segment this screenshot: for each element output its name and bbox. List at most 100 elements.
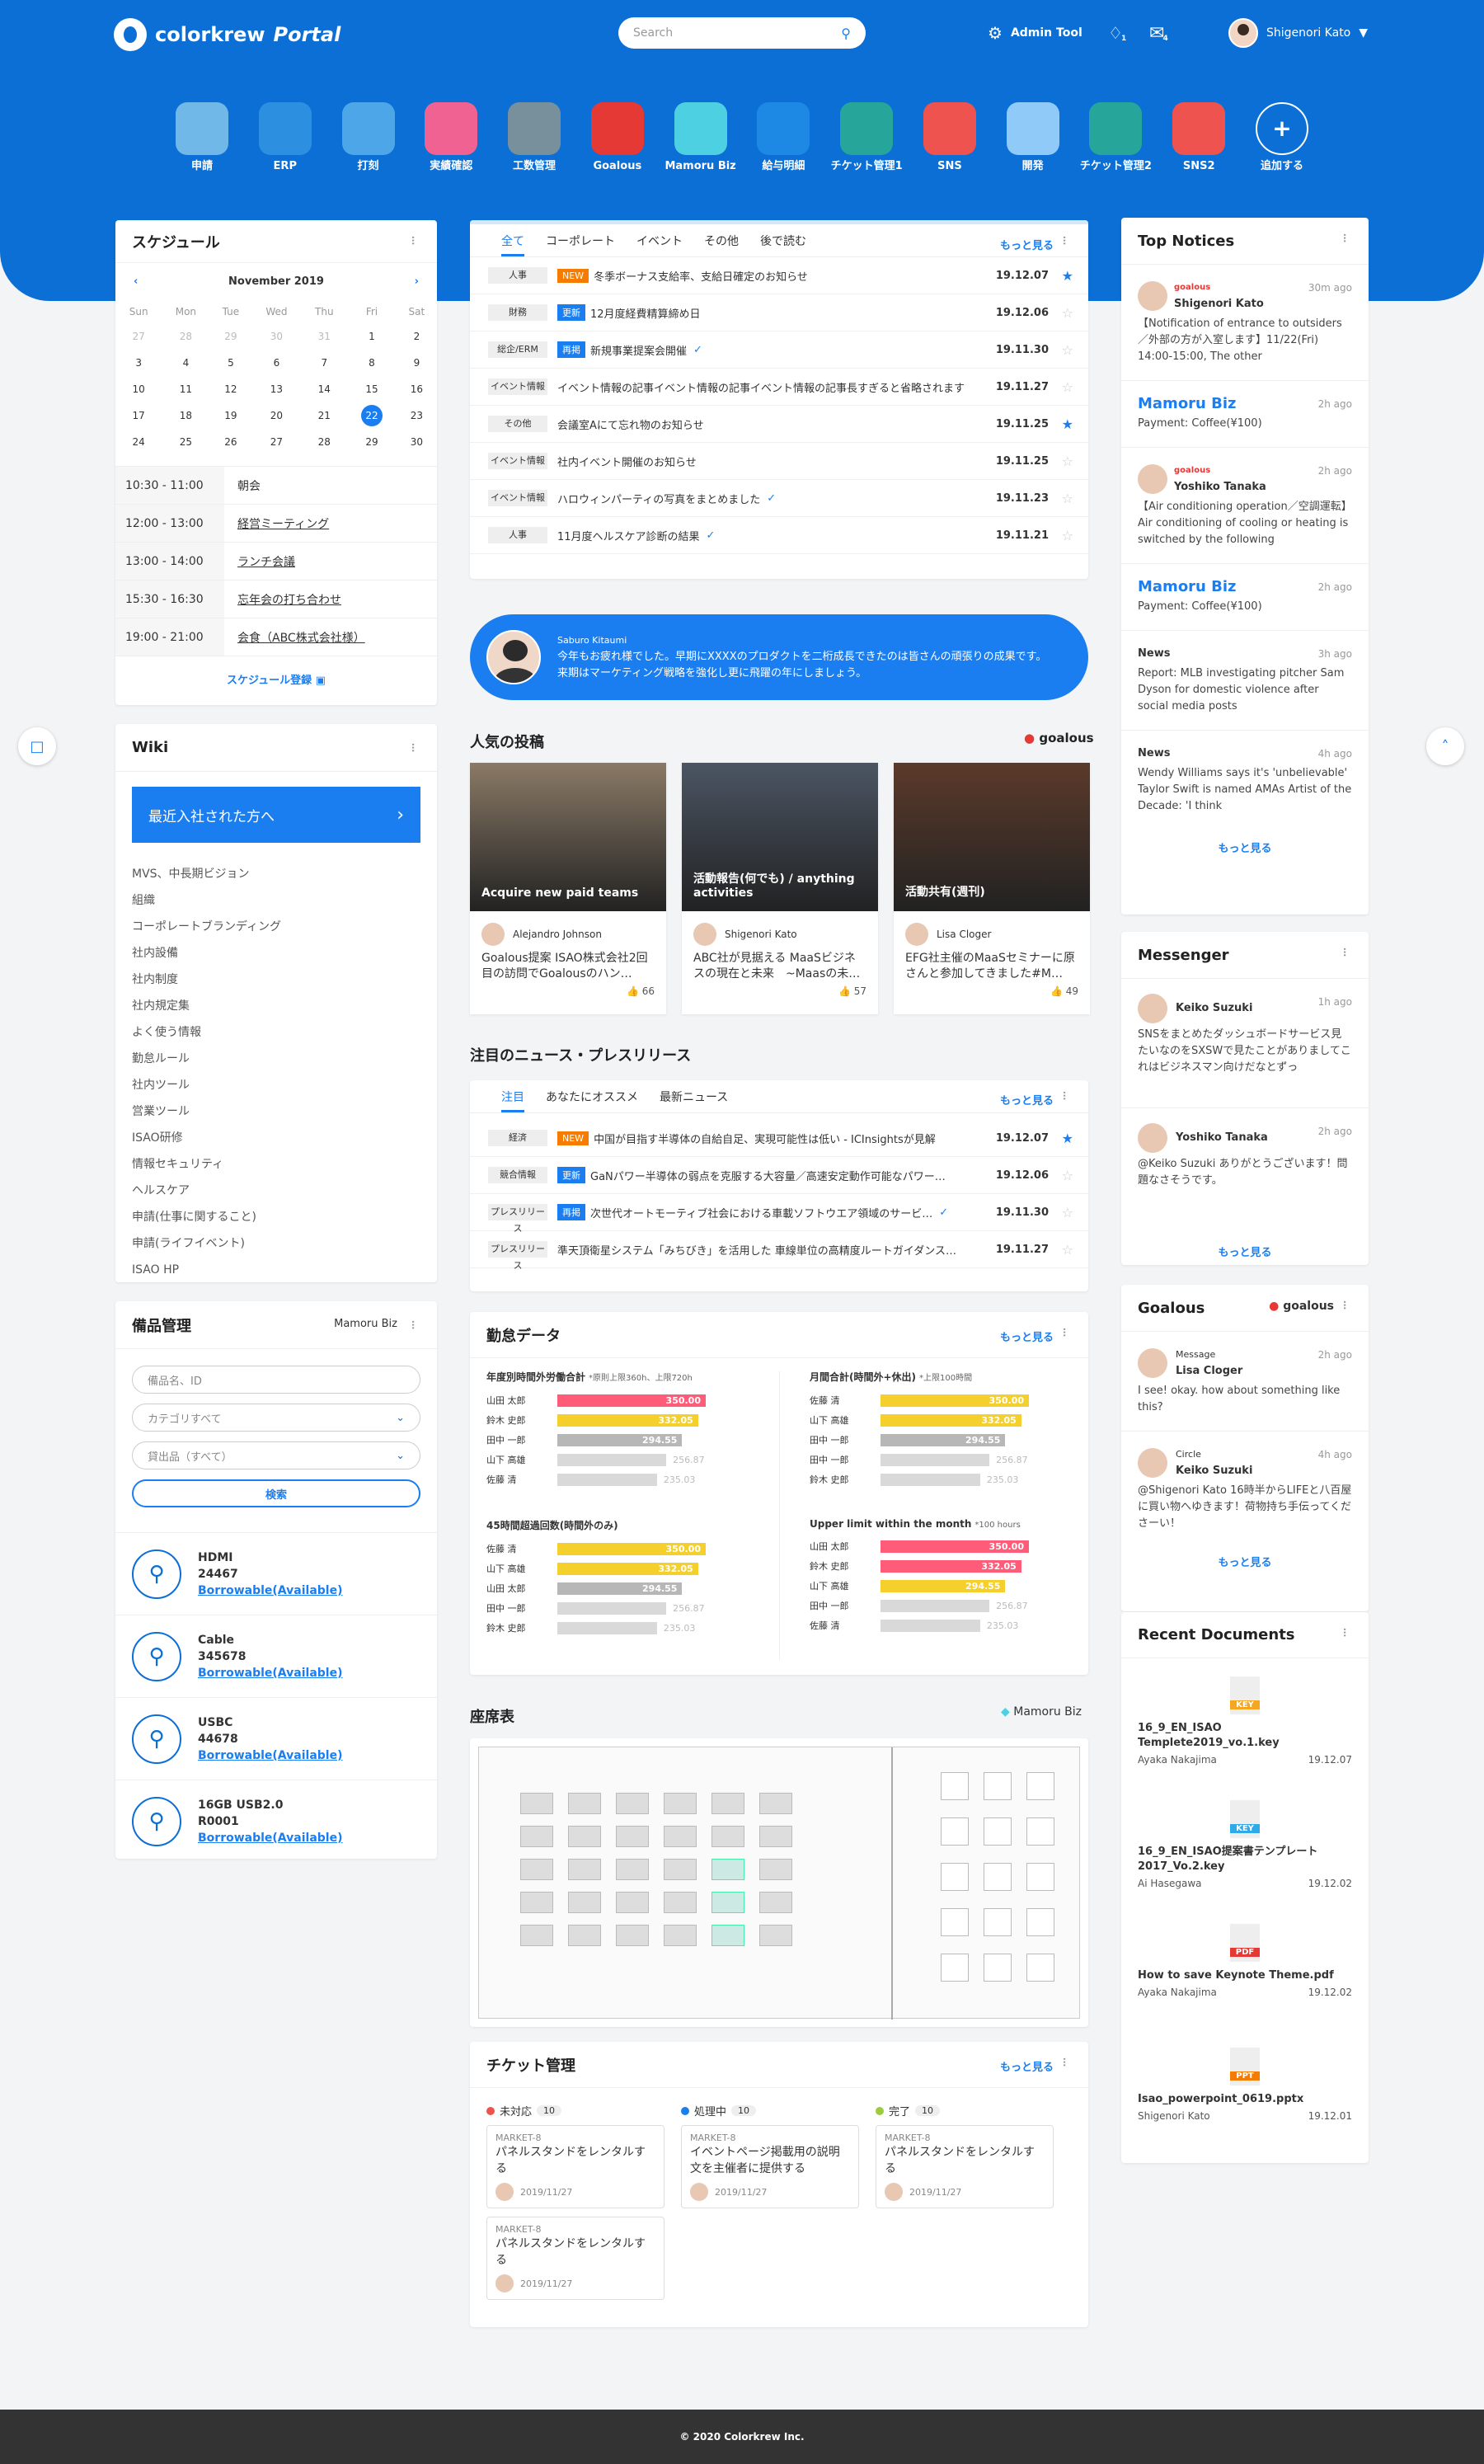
star-icon[interactable]: ☆ xyxy=(1049,528,1073,543)
press-more-link[interactable]: もっと見る xyxy=(1000,1092,1054,1107)
calendar-day[interactable]: 26 xyxy=(211,430,250,454)
more-menu-icon[interactable]: ... xyxy=(408,235,425,244)
desk[interactable] xyxy=(711,1826,744,1847)
equipment-name-input[interactable]: 備品名、ID xyxy=(132,1366,420,1394)
tab[interactable]: あなたにオススメ xyxy=(546,1089,638,1105)
wiki-link[interactable]: 申請(ライフイベント) xyxy=(115,1230,437,1257)
desk[interactable] xyxy=(568,1925,601,1946)
app-tile[interactable]: SNS2 xyxy=(1162,102,1236,173)
ticket-card[interactable]: MARKET-8 パネルスタンドをレンタルする 2019/11/27 xyxy=(486,2217,665,2300)
app-tile[interactable]: 実績確認 xyxy=(414,102,488,173)
app-tile[interactable]: 開発 xyxy=(996,102,1070,173)
equipment-status-link[interactable]: Borrowable(Available) xyxy=(198,1830,342,1846)
equipment-item[interactable]: ⚲ USBC 44678 Borrowable(Available) xyxy=(115,1697,437,1780)
desk[interactable] xyxy=(664,1859,697,1880)
wiki-link[interactable]: コーポレートブランディング xyxy=(115,914,437,940)
goalous-more-link[interactable]: もっと見る xyxy=(1121,1547,1369,1569)
tab[interactable]: 後で読む xyxy=(760,233,806,249)
seating-map[interactable] xyxy=(470,1738,1088,2027)
star-icon[interactable]: ★ xyxy=(1049,1131,1073,1146)
desk[interactable] xyxy=(616,1859,649,1880)
desk[interactable] xyxy=(664,1925,697,1946)
wiki-link[interactable]: 申請(仕事に関すること) xyxy=(115,1204,437,1230)
app-tile[interactable]: ERP xyxy=(248,102,322,173)
desk[interactable] xyxy=(759,1859,792,1880)
notices-more-link[interactable]: もっと見る xyxy=(1121,830,1369,855)
desk[interactable] xyxy=(984,1863,1012,1891)
calendar-day[interactable]: 22 xyxy=(347,403,397,428)
desk[interactable] xyxy=(941,1772,969,1800)
desk[interactable] xyxy=(616,1892,649,1913)
calendar-day[interactable]: 2 xyxy=(398,324,435,349)
equipment-status-link[interactable]: Borrowable(Available) xyxy=(198,1747,342,1764)
calendar-day[interactable]: 6 xyxy=(251,350,301,375)
user-menu[interactable]: Shigenori Kato ▼ xyxy=(1228,18,1368,48)
calendar-day[interactable]: 20 xyxy=(251,403,301,428)
news-row[interactable]: 総企/ERM 再掲 新規事業提案会開催 ✓ 19.11.30 ☆ xyxy=(470,332,1088,369)
app-tile[interactable]: Mamoru Biz xyxy=(664,102,738,173)
wiki-link[interactable]: 社内制度 xyxy=(115,966,437,993)
calendar-day[interactable]: 9 xyxy=(398,350,435,375)
more-menu-icon[interactable]: ... xyxy=(1059,1327,1077,1336)
wiki-link[interactable]: 社内設備 xyxy=(115,940,437,966)
calendar-day[interactable]: 24 xyxy=(117,430,160,454)
schedule-event[interactable]: 12:00 - 13:00 経営ミーティング xyxy=(115,504,437,542)
notice-item[interactable]: 2h ago Mamoru Biz Payment: Coffee(¥100) xyxy=(1121,380,1369,447)
equipment-item[interactable]: ⚲ 16GB USB2.0 R0001 Borrowable(Available) xyxy=(115,1780,437,1862)
desk[interactable] xyxy=(664,1892,697,1913)
desk[interactable] xyxy=(568,1826,601,1847)
notice-item[interactable]: 2h ago Mamoru Biz Payment: Coffee(¥100) xyxy=(1121,563,1369,630)
desk[interactable] xyxy=(711,1925,744,1946)
equipment-search-button[interactable]: 検索 xyxy=(132,1479,420,1507)
wiki-link[interactable]: 社内規定集 xyxy=(115,993,437,1019)
wiki-link[interactable]: 営業ツール xyxy=(115,1098,437,1125)
calendar-day[interactable]: 13 xyxy=(251,377,301,402)
calendar-day[interactable]: 31 xyxy=(303,324,345,349)
admin-tool-link[interactable]: ⚙ Admin Tool xyxy=(988,18,1082,48)
star-icon[interactable]: ☆ xyxy=(1049,491,1073,506)
more-menu-icon[interactable]: ... xyxy=(1059,2057,1077,2066)
news-row[interactable]: プレスリリース 再掲 次世代オートモーティブ社会における車載ソフトウエア領域のサービ… xyxy=(470,1194,1088,1234)
app-tile[interactable]: SNS xyxy=(913,102,987,173)
tab[interactable]: コーポレート xyxy=(546,233,615,249)
calendar-day[interactable]: 12 xyxy=(211,377,250,402)
news-row[interactable]: その他 会議室Aにて忘れ物のお知らせ 19.11.25 ★ xyxy=(470,406,1088,443)
calendar-day[interactable]: 23 xyxy=(398,403,435,428)
desk[interactable] xyxy=(520,1859,553,1880)
calendar-day[interactable]: 29 xyxy=(211,324,250,349)
scroll-top-icon[interactable]: ˄ xyxy=(1426,727,1464,765)
wiki-link[interactable]: 組織 xyxy=(115,887,437,914)
notice-item[interactable]: 2h ago goalous Yoshiko Tanaka 【Air conditio… xyxy=(1121,447,1369,563)
news-row[interactable]: イベント情報 イベント情報の記事イベント情報の記事イベント情報の記事長すぎると省略… xyxy=(470,369,1088,406)
calendar-day[interactable]: 30 xyxy=(251,324,301,349)
equipment-item[interactable]: ⚲ Cable 345678 Borrowable(Available) xyxy=(115,1615,437,1697)
desk[interactable] xyxy=(941,1954,969,1982)
news-row[interactable]: 経済 NEW 中国が目指す半導体の自給自足、実現可能性は低い - ICInsight… xyxy=(470,1120,1088,1157)
equipment-status-link[interactable]: Borrowable(Available) xyxy=(198,1582,342,1599)
tab[interactable]: 最新ニュース xyxy=(660,1089,728,1105)
calendar-day[interactable]: 27 xyxy=(251,430,301,454)
schedule-register-button[interactable]: スケジュール登録 ▣ xyxy=(115,656,437,687)
notification-button[interactable]: ♢ 1 xyxy=(1108,18,1126,48)
tab[interactable]: 注目 xyxy=(501,1089,524,1112)
wiki-link[interactable]: 勤怠ルール xyxy=(115,1046,437,1072)
schedule-event[interactable]: 10:30 - 11:00 朝会 xyxy=(115,466,437,504)
calendar-day[interactable]: 8 xyxy=(347,350,397,375)
document-item[interactable]: PDF How to save Keynote Theme.pdf Ayaka Na… xyxy=(1121,1906,1369,2029)
news-row[interactable]: イベント情報 社内イベント開催のお知らせ 19.11.25 ☆ xyxy=(470,443,1088,480)
wiki-banner[interactable]: 最近入社された方へ › xyxy=(132,787,420,843)
wiki-link[interactable]: ISAO研修 xyxy=(115,1125,437,1151)
app-tile[interactable]: 工数管理 xyxy=(497,102,571,173)
wiki-link[interactable]: 社内ツール xyxy=(115,1072,437,1098)
goalous-item[interactable]: 2h ago Message Lisa Cloger I see! okay. how… xyxy=(1121,1331,1369,1431)
logo[interactable]: colorkrew Portal xyxy=(114,16,340,53)
wiki-link[interactable]: ISAO HP xyxy=(115,1257,437,1283)
more-menu-icon[interactable]: ... xyxy=(1340,233,1357,242)
rental-select[interactable]: 貸出品（すべて） ⌄ xyxy=(132,1441,420,1469)
calendar-day[interactable]: 5 xyxy=(211,350,250,375)
desk[interactable] xyxy=(568,1892,601,1913)
desk[interactable] xyxy=(616,1826,649,1847)
desk[interactable] xyxy=(664,1793,697,1814)
equipment-item[interactable]: ⚲ HDMI 24467 Borrowable(Available) xyxy=(115,1532,437,1615)
app-tile[interactable]: 給与明細 xyxy=(746,102,820,173)
